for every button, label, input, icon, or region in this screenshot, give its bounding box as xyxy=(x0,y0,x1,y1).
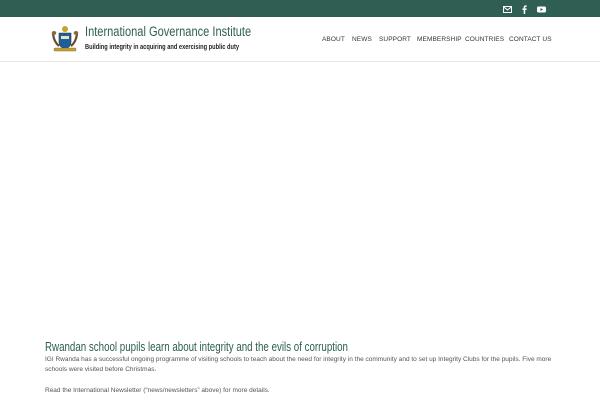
nav-contact-us[interactable]: CONTACT US xyxy=(509,36,552,43)
article-title[interactable]: Rwandan school pupils learn about integr… xyxy=(45,340,348,354)
nav-countries[interactable]: COUNTRIES xyxy=(465,36,504,43)
top-bar xyxy=(0,0,600,17)
site-header: International Governance Institute Build… xyxy=(0,17,600,62)
nav-news[interactable]: NEWS xyxy=(352,36,372,43)
facebook-link[interactable] xyxy=(521,4,527,14)
facebook-icon xyxy=(521,4,527,14)
nav-support[interactable]: SUPPORT xyxy=(379,36,411,43)
nav-about[interactable]: ABOUT xyxy=(322,36,345,43)
mail-link[interactable] xyxy=(503,4,512,14)
mail-icon xyxy=(503,5,512,13)
hero-slider-area xyxy=(0,62,600,337)
site-tagline: Building integrity in acquiring and exer… xyxy=(85,42,240,51)
youtube-link[interactable] xyxy=(537,4,546,14)
nav-membership[interactable]: MEMBERSHIP xyxy=(417,36,462,43)
article-paragraph: Read the International Newsletter (“news… xyxy=(45,387,270,394)
coat-of-arms-icon xyxy=(51,26,79,52)
youtube-icon xyxy=(537,6,546,12)
article-paragraph: IGI Rwanda has a successful ongoing prog… xyxy=(45,356,552,373)
article-body: IGI Rwanda has a successful ongoing prog… xyxy=(45,355,565,396)
site-title[interactable]: International Governance Institute xyxy=(85,24,251,39)
